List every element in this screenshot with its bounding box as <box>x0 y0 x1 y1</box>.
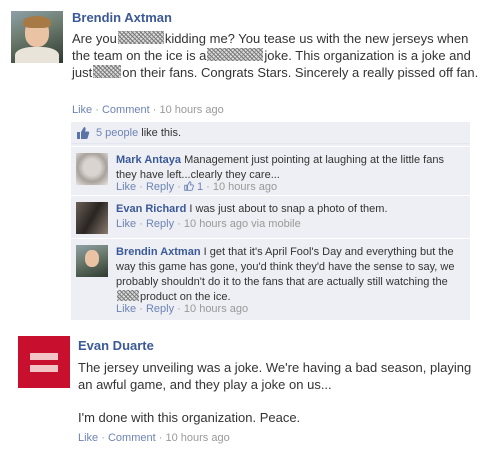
comment-like-link[interactable]: Like <box>116 218 136 230</box>
post-text-line: I'm done with this organization. Peace. <box>78 410 301 425</box>
post-text-part: on their fans. Congrats Stars. Sincerely… <box>122 65 479 80</box>
censored-blur <box>117 290 139 301</box>
comment-author-name[interactable]: Evan Richard <box>116 203 186 215</box>
post-actions: Like · Comment · 10 hours ago <box>78 432 230 444</box>
post-author-name[interactable]: Brendin Axtman <box>72 10 172 25</box>
separator: · <box>177 303 181 315</box>
separator: · <box>101 432 105 444</box>
comment-like-link[interactable]: Like <box>116 303 136 315</box>
comments-box: 5 people like this. Mark Antaya Manageme… <box>71 122 470 320</box>
censored-blur <box>93 65 122 78</box>
censored-blur <box>207 48 264 61</box>
post-timestamp[interactable]: 10 hours ago <box>159 104 223 116</box>
likes-summary: 5 people like this. <box>71 122 470 144</box>
separator: · <box>139 303 143 315</box>
post-actions: Like · Comment · 10 hours ago <box>72 104 224 116</box>
like-link[interactable]: Like <box>72 104 92 116</box>
comment-reply-link[interactable]: Reply <box>146 303 174 315</box>
comment-like-link[interactable]: Like <box>116 181 136 193</box>
avatar-evan-richard[interactable] <box>76 202 108 234</box>
comment-timestamp[interactable]: 10 hours ago <box>213 181 277 193</box>
separator: · <box>158 432 163 444</box>
separator: · <box>139 181 143 193</box>
avatar-brendin-axtman[interactable] <box>76 245 108 277</box>
separator: · <box>95 104 99 116</box>
comment-text: Mark Antaya Management just pointing at … <box>116 153 461 183</box>
comment-text: Evan Richard I was just about to snap a … <box>116 202 461 217</box>
comment-body: I was just about to snap a photo of them… <box>189 203 388 215</box>
comment-timestamp[interactable]: 10 hours ago via mobile <box>184 218 301 230</box>
separator: · <box>152 104 157 116</box>
like-count-number: 1 <box>196 181 204 193</box>
equal-sign-bar <box>30 365 58 372</box>
thumbs-up-icon <box>184 181 194 191</box>
equal-sign-bar <box>30 353 58 360</box>
comment-item: Evan Richard I was just about to snap a … <box>71 195 470 237</box>
post-text-part: Are you <box>72 31 117 46</box>
comment-author-name[interactable]: Mark Antaya <box>116 154 181 166</box>
comment-link[interactable]: Comment <box>102 104 150 116</box>
comment-author-name[interactable]: Brendin Axtman <box>116 246 201 258</box>
comment-like-count[interactable]: 1 <box>184 181 203 193</box>
comment-timestamp[interactable]: 10 hours ago <box>184 303 248 315</box>
separator: · <box>177 218 181 230</box>
post-text: The jersey unveiling was a joke. We're h… <box>78 359 488 426</box>
separator: · <box>206 181 210 193</box>
likes-count-link[interactable]: 5 people <box>96 127 138 139</box>
comment-text: Brendin Axtman I get that it's April Foo… <box>116 245 461 305</box>
comment-link[interactable]: Comment <box>108 432 156 444</box>
separator: · <box>177 181 181 193</box>
comment-body-part: product on the ice. <box>140 291 231 303</box>
post-text: Are you kidding me? You tease us with the… <box>72 30 482 81</box>
likes-suffix: like this. <box>138 127 182 139</box>
avatar-mark-antaya[interactable] <box>76 153 108 185</box>
comment-actions: Like · Reply · 1 · 10 hours ago <box>116 181 277 193</box>
post-text-line: The jersey unveiling was a joke. We're h… <box>78 360 472 392</box>
avatar-brendin-axtman[interactable] <box>11 11 63 63</box>
like-link[interactable]: Like <box>78 432 98 444</box>
avatar-evan-duarte[interactable] <box>18 336 70 388</box>
comment-item: Mark Antaya Management just pointing at … <box>71 146 470 194</box>
avatar-shirt <box>15 47 59 63</box>
comment-actions: Like · Reply · 10 hours ago via mobile <box>116 218 301 230</box>
thumbs-up-icon <box>77 127 90 139</box>
comment-reply-link[interactable]: Reply <box>146 181 174 193</box>
comment-reply-link[interactable]: Reply <box>146 218 174 230</box>
avatar-face <box>85 250 99 267</box>
post-author-name[interactable]: Evan Duarte <box>78 338 154 353</box>
post-timestamp[interactable]: 10 hours ago <box>165 432 229 444</box>
comment-item: Brendin Axtman I get that it's April Foo… <box>71 238 470 320</box>
avatar-hair <box>23 16 51 28</box>
censored-blur <box>117 31 164 44</box>
separator: · <box>139 218 143 230</box>
comment-actions: Like · Reply · 10 hours ago <box>116 303 248 315</box>
